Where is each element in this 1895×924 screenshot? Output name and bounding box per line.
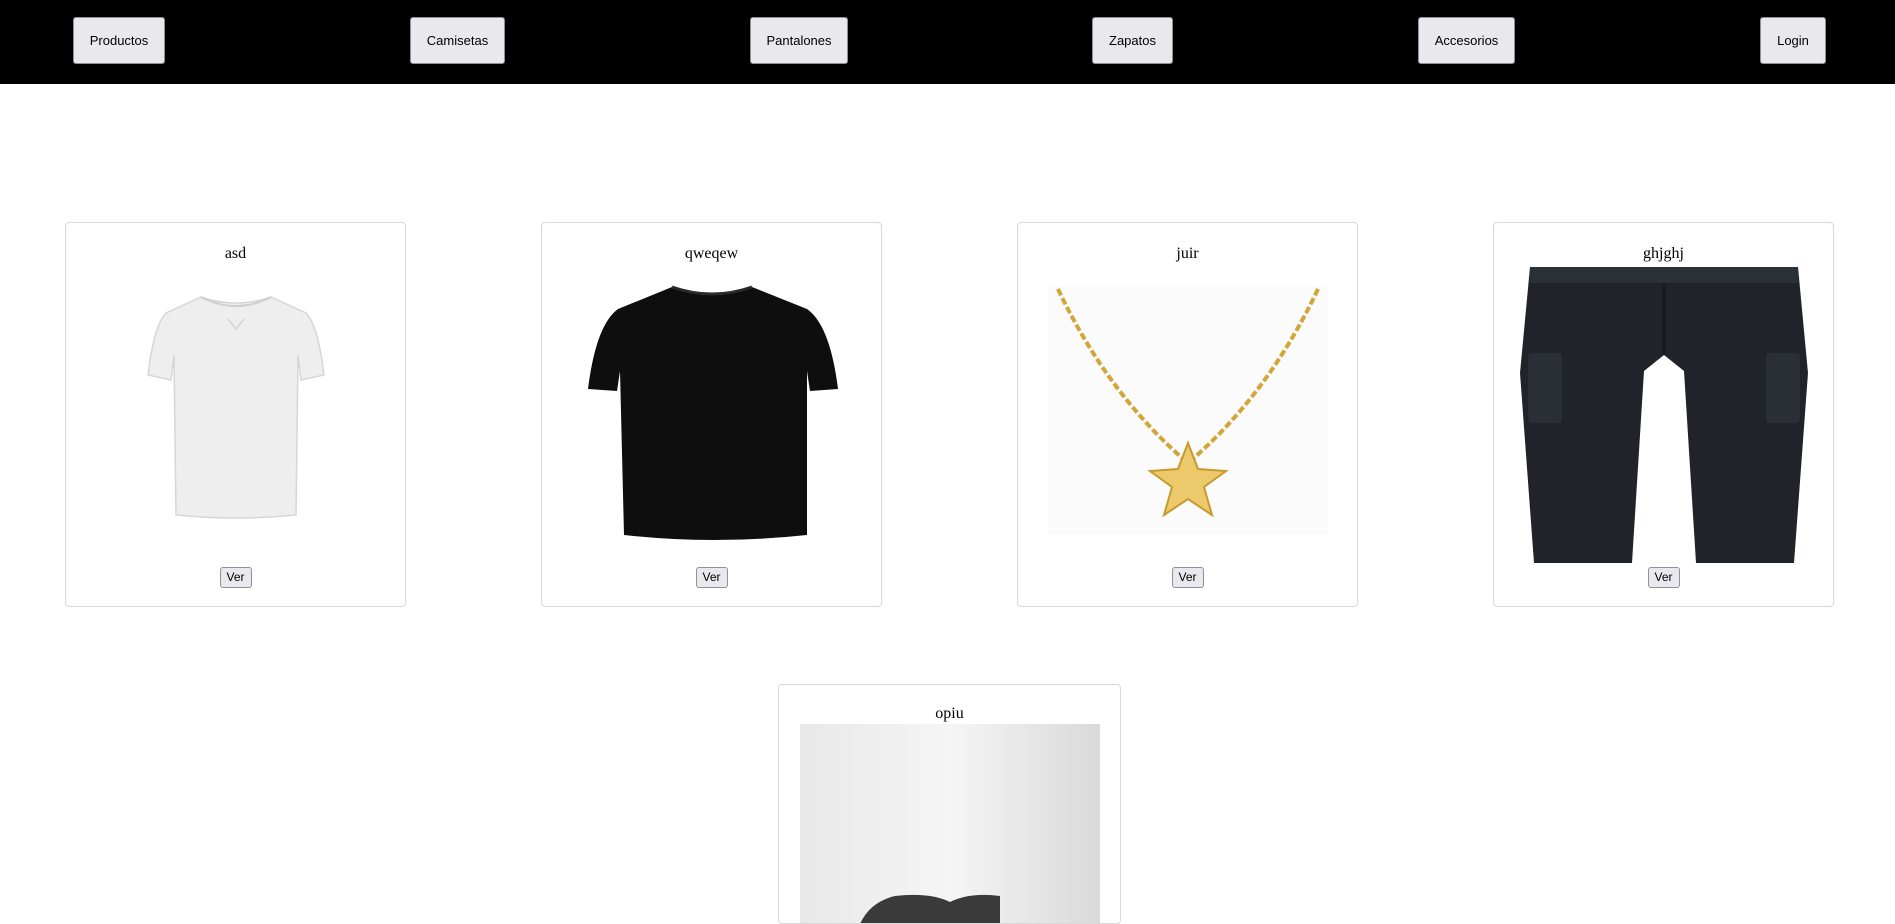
nav-pantalones-button[interactable]: Pantalones bbox=[750, 17, 848, 64]
product-title: qweqew bbox=[684, 245, 739, 262]
product-title: ghjghj bbox=[1643, 245, 1684, 262]
black-tshirt-image bbox=[587, 285, 838, 540]
product-title: asd bbox=[224, 245, 247, 262]
nav-zapatos-button[interactable]: Zapatos bbox=[1092, 17, 1173, 64]
black-cargo-pants-image bbox=[1519, 267, 1808, 563]
ver-button[interactable]: Ver bbox=[219, 567, 252, 588]
product-title: juir bbox=[1176, 245, 1199, 262]
product-card: juir Ver bbox=[1017, 222, 1358, 607]
ver-button[interactable]: Ver bbox=[1171, 567, 1204, 588]
product-title: opiu bbox=[935, 705, 964, 722]
nav-accesorios-button[interactable]: Accesorios bbox=[1418, 17, 1515, 64]
top-navigation-bar: Productos Camisetas Pantalones Zapatos A… bbox=[0, 0, 1895, 84]
white-tshirt-image bbox=[146, 296, 325, 519]
ver-button[interactable]: Ver bbox=[1647, 567, 1680, 588]
product-card: qweqew Ver bbox=[541, 222, 882, 607]
product-card: ghjghj Ver bbox=[1493, 222, 1834, 607]
product-card: asd Ver bbox=[65, 222, 406, 607]
login-button[interactable]: Login bbox=[1760, 17, 1826, 64]
gold-star-necklace-image bbox=[1047, 285, 1328, 535]
nav-camisetas-button[interactable]: Camisetas bbox=[410, 17, 505, 64]
nav-productos-button[interactable]: Productos bbox=[73, 17, 165, 64]
product-card: opiu bbox=[778, 684, 1121, 924]
ver-button[interactable]: Ver bbox=[695, 567, 728, 588]
shoe-image bbox=[800, 724, 1100, 923]
